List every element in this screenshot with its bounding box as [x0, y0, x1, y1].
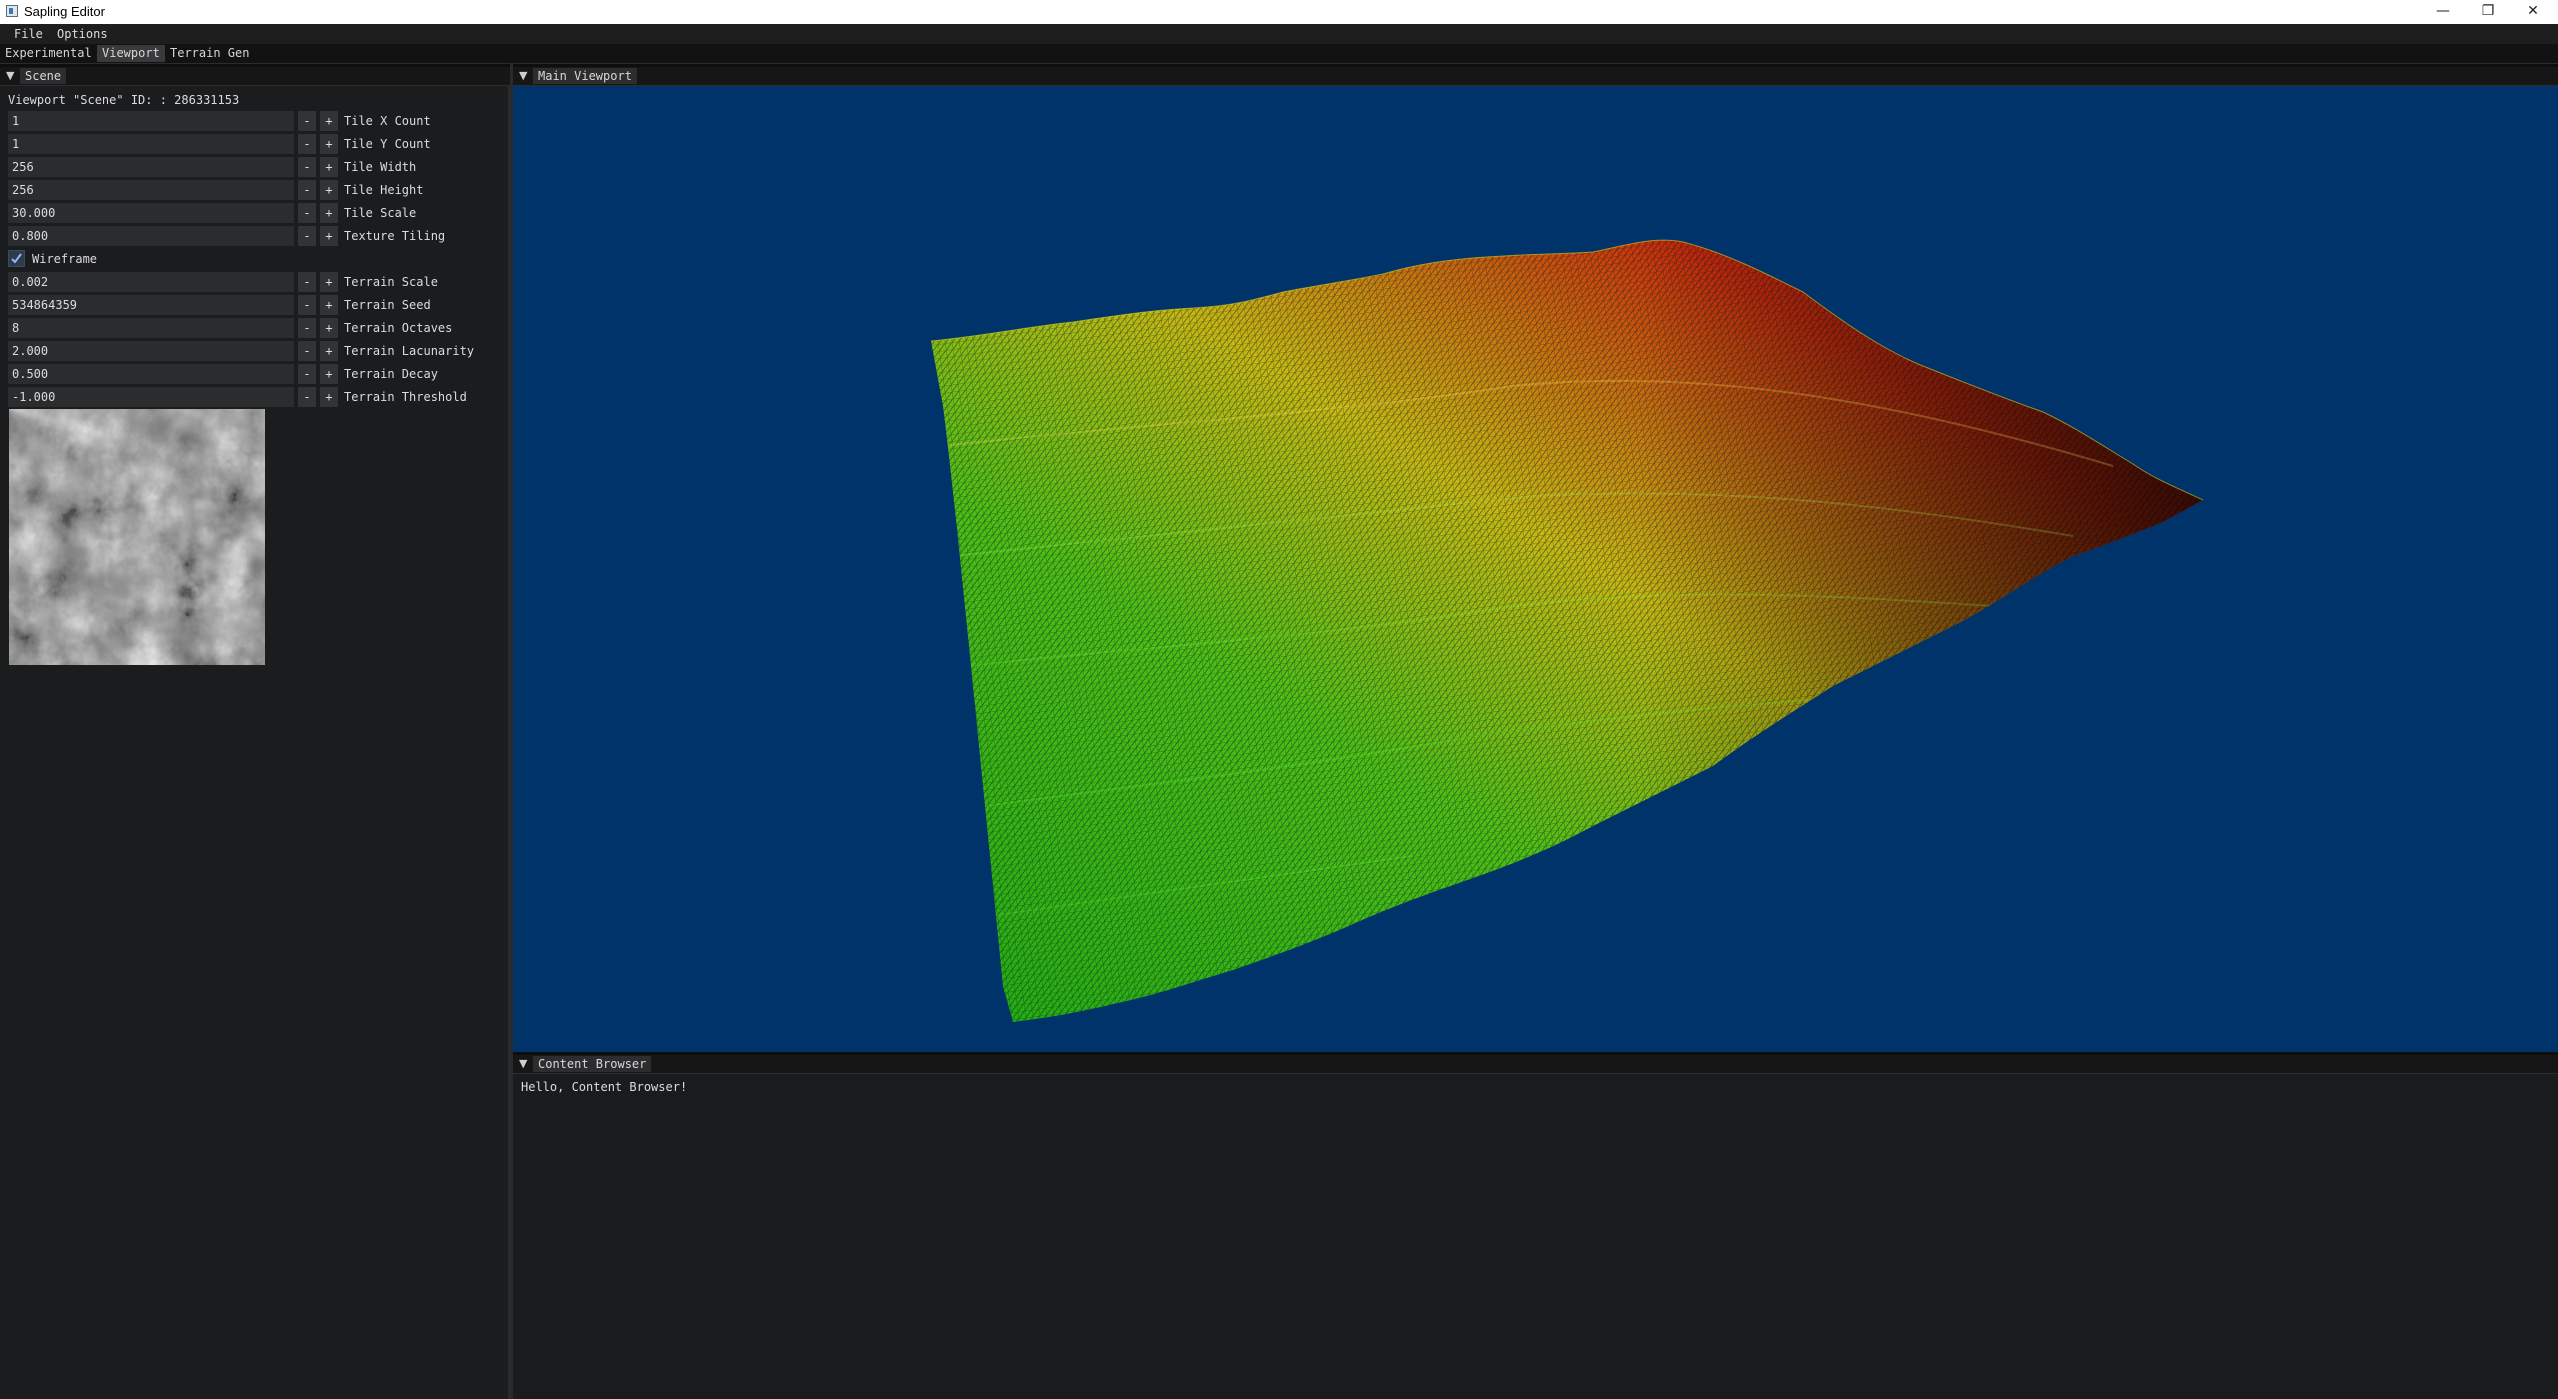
menu-file[interactable]: File — [10, 27, 47, 41]
collapse-arrow-icon[interactable]: ▼ — [519, 1057, 527, 1070]
tile-x-count-input[interactable]: 1 — [8, 111, 294, 131]
decrement-button[interactable]: - — [298, 111, 316, 131]
decrement-button[interactable]: - — [298, 134, 316, 154]
tab-bar: Experimental Viewport Terrain Gen — [0, 44, 2558, 64]
increment-button[interactable]: + — [320, 157, 338, 177]
field-label: Terrain Seed — [344, 298, 431, 312]
increment-button[interactable]: + — [320, 226, 338, 246]
wireframe-label: Wireframe — [32, 252, 98, 266]
field-label: Terrain Octaves — [344, 321, 453, 335]
increment-button[interactable]: + — [320, 111, 338, 131]
increment-button[interactable]: + — [320, 134, 338, 154]
terrain-scale-input[interactable]: 0.002 — [8, 272, 294, 292]
terrain-seed-input[interactable]: 534864359 — [8, 295, 294, 315]
tab-experimental[interactable]: Experimental — [0, 45, 97, 62]
checkmark-icon — [11, 253, 22, 264]
increment-button[interactable]: + — [320, 272, 338, 292]
field-label: Tile Y Count — [344, 137, 431, 151]
terrain-wireframe-mesh — [930, 239, 2204, 1022]
decrement-button[interactable]: - — [298, 341, 316, 361]
viewport-info: Viewport "Scene" ID: : 286331153 — [8, 93, 240, 107]
field-label: Tile X Count — [344, 114, 431, 128]
scene-panel: Viewport "Scene" ID: : 286331153 1 - + T… — [0, 86, 510, 1399]
tile-width-input[interactable]: 256 — [8, 157, 294, 177]
terrain-octaves-input[interactable]: 8 — [8, 318, 294, 338]
minimize-button[interactable]: — — [2420, 0, 2466, 24]
terrain-threshold-input[interactable]: -1.000 — [8, 387, 294, 407]
increment-button[interactable]: + — [320, 295, 338, 315]
increment-button[interactable]: + — [320, 203, 338, 223]
increment-button[interactable]: + — [320, 364, 338, 384]
texture-tiling-input[interactable]: 0.800 — [8, 226, 294, 246]
increment-button[interactable]: + — [320, 318, 338, 338]
decrement-button[interactable]: - — [298, 295, 316, 315]
window-title: Sapling Editor — [24, 4, 105, 19]
main-viewport-header: ▼ Main Viewport — [513, 67, 2558, 86]
title-bar: Sapling Editor — ❐ ✕ — [0, 0, 2558, 24]
content-browser-header: ▼ Content Browser — [513, 1055, 2558, 1074]
collapse-arrow-icon[interactable]: ▼ — [6, 69, 14, 82]
collapse-arrow-icon[interactable]: ▼ — [519, 69, 527, 82]
scene-panel-tab[interactable]: Scene — [20, 68, 67, 84]
tile-y-count-input[interactable]: 1 — [8, 134, 294, 154]
content-browser-tab[interactable]: Content Browser — [533, 1056, 652, 1072]
decrement-button[interactable]: - — [298, 203, 316, 223]
field-label: Terrain Threshold — [344, 390, 467, 404]
increment-button[interactable]: + — [320, 180, 338, 200]
app-icon — [6, 5, 18, 17]
terrain-decay-input[interactable]: 0.500 — [8, 364, 294, 384]
decrement-button[interactable]: - — [298, 157, 316, 177]
tab-terrain-gen[interactable]: Terrain Gen — [165, 45, 254, 62]
wireframe-checkbox[interactable] — [8, 250, 25, 267]
main-viewport-tab[interactable]: Main Viewport — [533, 68, 637, 84]
decrement-button[interactable]: - — [298, 180, 316, 200]
decrement-button[interactable]: - — [298, 272, 316, 292]
field-label: Terrain Scale — [344, 275, 438, 289]
close-button[interactable]: ✕ — [2510, 0, 2556, 24]
content-browser-message: Hello, Content Browser! — [521, 1080, 688, 1094]
field-label: Tile Height — [344, 183, 424, 197]
tab-viewport[interactable]: Viewport — [97, 45, 165, 62]
decrement-button[interactable]: - — [298, 387, 316, 407]
field-label: Texture Tiling — [344, 229, 446, 243]
menu-bar: File Options — [0, 24, 2558, 44]
increment-button[interactable]: + — [320, 341, 338, 361]
content-browser-panel: Hello, Content Browser! — [513, 1074, 2558, 1399]
decrement-button[interactable]: - — [298, 364, 316, 384]
increment-button[interactable]: + — [320, 387, 338, 407]
main-viewport[interactable] — [513, 86, 2558, 1052]
field-label: Terrain Decay — [344, 367, 438, 381]
menu-options[interactable]: Options — [53, 27, 112, 41]
restore-button[interactable]: ❐ — [2465, 0, 2511, 24]
field-label: Tile Scale — [344, 206, 417, 220]
field-label: Terrain Lacunarity — [344, 344, 475, 358]
terrain-lacunarity-input[interactable]: 2.000 — [8, 341, 294, 361]
field-label: Tile Width — [344, 160, 417, 174]
tile-scale-input[interactable]: 30.000 — [8, 203, 294, 223]
decrement-button[interactable]: - — [298, 226, 316, 246]
tile-height-input[interactable]: 256 — [8, 180, 294, 200]
scene-panel-header: ▼ Scene — [0, 67, 510, 86]
decrement-button[interactable]: - — [298, 318, 316, 338]
noise-texture-preview — [9, 409, 265, 665]
